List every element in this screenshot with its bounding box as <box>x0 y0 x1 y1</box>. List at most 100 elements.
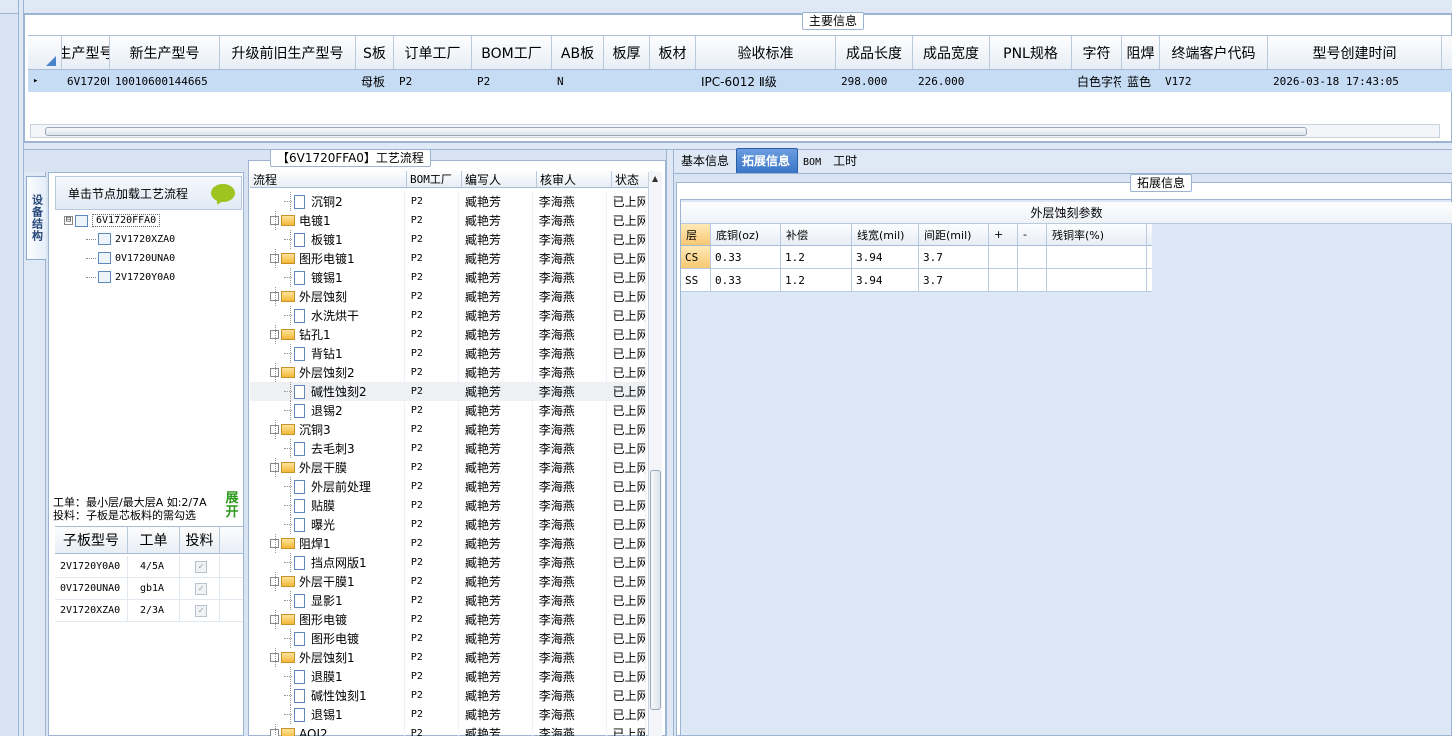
grid-cell[interactable] <box>650 70 696 92</box>
process-row[interactable]: 水洗烘干 P2 臧艳芳 李海燕 已上网 <box>250 306 647 325</box>
etch-cell[interactable]: 1.2 <box>781 269 852 291</box>
column-header[interactable]: 生产型号 <box>62 36 110 69</box>
column-header[interactable]: 板厚 <box>604 36 650 69</box>
column-header[interactable]: 字符 <box>1072 36 1122 69</box>
process-row[interactable]: 挡点网版1 P2 臧艳芳 李海燕 已上网 <box>250 553 647 572</box>
sub-board-row[interactable]: 2V1720Y0A0 4/5A ✓ <box>55 556 243 578</box>
process-row[interactable]: 曝光 P2 臧艳芳 李海燕 已上网 <box>250 515 647 534</box>
process-row[interactable]: 外层蚀刻2 P2 臧艳芳 李海燕 已上网 <box>250 363 646 382</box>
process-row[interactable]: 外层前处理 P2 臧艳芳 李海燕 已上网 <box>250 477 647 496</box>
process-name-cell[interactable]: 碱性蚀刻1 <box>250 686 405 705</box>
process-name-cell[interactable]: AOI2 <box>250 724 405 736</box>
etch-cell[interactable] <box>1047 269 1147 291</box>
etch-column-header[interactable]: - <box>1018 224 1047 245</box>
column-header[interactable]: AB板 <box>552 36 604 69</box>
process-row[interactable]: 沉铜2 P2 臧艳芳 李海燕 已上网 <box>250 192 647 211</box>
process-name-cell[interactable]: 贴膜 <box>250 496 405 515</box>
process-row[interactable]: 外层干膜1 P2 臧艳芳 李海燕 已上网 <box>250 572 646 591</box>
model-tree-node[interactable]: 0V1720UNA0 <box>86 252 175 264</box>
process-name-cell[interactable]: 水洗烘干 <box>250 306 405 325</box>
process-row[interactable]: 外层干膜 P2 臧艳芳 李海燕 已上网 <box>250 458 646 477</box>
process-name-cell[interactable]: 去毛刺3 <box>250 439 405 458</box>
process-row[interactable]: 电镀1 P2 臧艳芳 李海燕 已上网 <box>250 211 646 230</box>
scroll-up-icon[interactable]: ▲ <box>652 174 658 183</box>
process-row[interactable]: AOI2 P2 臧艳芳 李海燕 已上网 <box>250 724 646 736</box>
etch-cell[interactable]: 3.94 <box>852 246 919 268</box>
column-header[interactable]: BOM工厂 <box>472 36 552 69</box>
etch-cell[interactable]: 3.7 <box>919 269 989 291</box>
process-name-cell[interactable]: 板镀1 <box>250 230 405 249</box>
grid-cell[interactable]: 298.000 <box>836 70 913 92</box>
process-name-cell[interactable]: 外层干膜 <box>250 458 405 477</box>
process-row[interactable]: 退锡1 P2 臧艳芳 李海燕 已上网 <box>250 705 647 724</box>
sub-column-header[interactable]: 工单 <box>128 527 180 553</box>
process-name-cell[interactable]: 退膜1 <box>250 667 405 686</box>
process-row[interactable]: 图形电镀1 P2 臧艳芳 李海燕 已上网 <box>250 249 646 268</box>
grid-cell[interactable]: V172 <box>1160 70 1268 92</box>
tab-2[interactable]: BOM <box>798 154 828 173</box>
etch-column-header[interactable]: 补偿 <box>781 224 852 245</box>
etch-column-header[interactable]: 底铜(oz) <box>711 224 781 245</box>
grid-cell[interactable] <box>990 70 1072 92</box>
process-row[interactable]: 去毛刺3 P2 臧艳芳 李海燕 已上网 <box>250 439 647 458</box>
model-tree-node[interactable]: ⊟ 6V1720FFA0 <box>64 214 161 227</box>
main-grid-row[interactable]: ▸6V1720FFA010010600144665母板P2P2NIPC-6012… <box>28 70 1452 92</box>
process-row[interactable]: 碱性蚀刻2 P2 臧艳芳 李海燕 已上网 <box>250 382 647 401</box>
process-name-cell[interactable]: 退锡1 <box>250 705 405 724</box>
etch-row[interactable]: CS 0.33 1.2 3.94 3.7 <box>681 246 1152 269</box>
process-name-cell[interactable]: 阻焊1 <box>250 534 405 553</box>
grid-cell[interactable]: N <box>552 70 604 92</box>
sub-order-cell[interactable]: gb1A <box>128 578 180 599</box>
process-name-cell[interactable]: 外层蚀刻1 <box>250 648 405 667</box>
etch-column-header[interactable]: + <box>989 224 1018 245</box>
process-name-cell[interactable]: 钻孔1 <box>250 325 405 344</box>
grid-cell[interactable]: 2026-03-18 17:43:05 <box>1268 70 1442 92</box>
process-column-header[interactable]: BOM工厂 <box>407 171 462 187</box>
column-header[interactable]: 成品长度 <box>836 36 913 69</box>
grid-cell[interactable]: 蓝色 <box>1122 70 1160 92</box>
etch-cell[interactable] <box>1018 246 1047 268</box>
etch-cell[interactable] <box>989 269 1018 291</box>
tab-1[interactable]: 拓展信息 <box>736 148 799 173</box>
process-row[interactable]: 退锡2 P2 臧艳芳 李海燕 已上网 <box>250 401 647 420</box>
grid-cell[interactable]: 226.000 <box>913 70 990 92</box>
grid-cell[interactable]: IPC-6012 Ⅱ级 <box>696 70 836 92</box>
grid-cell[interactable]: P2 <box>394 70 472 92</box>
sub-order-cell[interactable]: 4/5A <box>128 556 180 577</box>
main-grid-hscrollbar[interactable] <box>30 124 1440 138</box>
process-row[interactable]: 外层蚀刻1 P2 臧艳芳 李海燕 已上网 <box>250 648 646 667</box>
hscroll-thumb[interactable] <box>45 127 1307 136</box>
etch-column-header[interactable]: 间距(mil) <box>919 224 989 245</box>
process-column-header[interactable]: 状态 <box>612 171 652 187</box>
process-name-cell[interactable]: 外层蚀刻2 <box>250 363 405 382</box>
process-column-header[interactable]: 流程 <box>250 171 407 187</box>
process-row[interactable]: 阻焊1 P2 臧艳芳 李海燕 已上网 <box>250 534 646 553</box>
column-header[interactable]: S板 <box>356 36 394 69</box>
column-header[interactable]: 终端客户代码 <box>1160 36 1268 69</box>
process-name-cell[interactable]: 图形电镀 <box>250 610 405 629</box>
sidebar-tab-device-structure[interactable]: 设备结构 <box>26 176 46 260</box>
column-header[interactable]: 型号创建时间 <box>1268 36 1442 69</box>
collapse-icon[interactable]: ⊟ <box>64 216 73 225</box>
model-tree-node[interactable]: 2V1720XZA0 <box>86 233 175 245</box>
process-row[interactable]: 板镀1 P2 臧艳芳 李海燕 已上网 <box>250 230 647 249</box>
grid-cell[interactable] <box>220 70 356 92</box>
column-header[interactable]: PNL规格 <box>990 36 1072 69</box>
etch-row[interactable]: SS 0.33 1.2 3.94 3.7 <box>681 269 1152 292</box>
process-column-header[interactable]: 编写人 <box>462 171 537 187</box>
column-header[interactable]: 验收标准 <box>696 36 836 69</box>
etch-column-header[interactable]: 线宽(mil) <box>852 224 919 245</box>
etch-cell[interactable]: 3.7 <box>919 246 989 268</box>
process-name-cell[interactable]: 挡点网版1 <box>250 553 405 572</box>
etch-cell[interactable] <box>1018 269 1047 291</box>
etch-cell[interactable]: 0.33 <box>711 269 781 291</box>
process-row[interactable]: 图形电镀 P2 臧艳芳 李海燕 已上网 <box>250 610 646 629</box>
process-name-cell[interactable]: 外层前处理 <box>250 477 405 496</box>
sub-column-header[interactable]: 投料 <box>180 527 220 553</box>
material-checkbox[interactable]: ✓ <box>195 582 207 595</box>
process-name-cell[interactable]: 沉铜3 <box>250 420 405 439</box>
etch-cell[interactable]: 1.2 <box>781 246 852 268</box>
process-name-cell[interactable]: 镀锡1 <box>250 268 405 287</box>
sub-board-row[interactable]: 0V1720UNA0 gb1A ✓ <box>55 578 243 600</box>
process-column-header[interactable]: 核审人 <box>537 171 612 187</box>
